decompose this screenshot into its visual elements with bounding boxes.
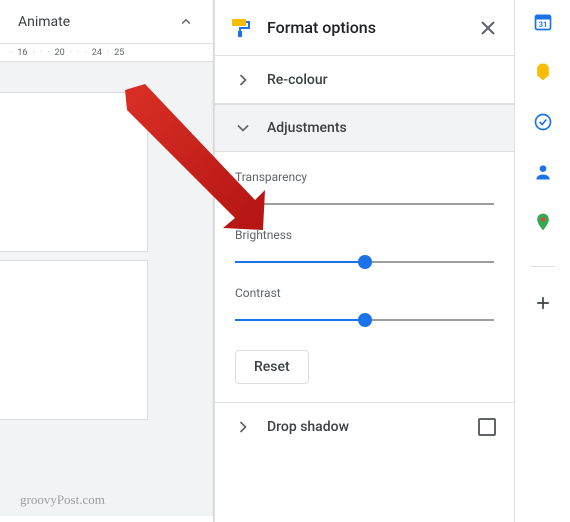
canvas-area: groovyPost.com (0, 62, 213, 516)
drop-shadow-checkbox[interactable] (478, 418, 496, 436)
slide-thumbnail[interactable] (0, 260, 148, 420)
contrast-label: Contrast (235, 286, 494, 300)
adjustments-section-header[interactable]: Adjustments (215, 104, 514, 152)
brightness-label: Brightness (235, 228, 494, 242)
chevron-down-icon (233, 118, 253, 138)
recolour-label: Re-colour (267, 72, 328, 88)
chevron-up-icon (177, 13, 195, 31)
adjustments-label: Adjustments (267, 120, 347, 136)
paint-roller-icon (229, 16, 253, 40)
left-pane: Animate ·16···20···24·25 groovyPost.com (0, 0, 214, 522)
chevron-right-icon (233, 417, 253, 437)
maps-icon[interactable] (533, 212, 553, 232)
contrast-block: Contrast (235, 286, 494, 330)
transparency-block: Transparency (235, 170, 494, 214)
transparency-slider[interactable] (235, 194, 494, 214)
animate-label: Animate (18, 14, 70, 30)
adjustments-body: Transparency Brightness Contrast Reset (215, 152, 514, 402)
side-panel-rail: 31 (514, 0, 570, 522)
brightness-block: Brightness (235, 228, 494, 272)
panel-title: Format options (267, 18, 476, 37)
reset-label: Reset (254, 359, 290, 375)
calendar-icon[interactable]: 31 (533, 12, 553, 32)
brightness-slider[interactable] (235, 252, 494, 272)
animate-toggle[interactable]: Animate (0, 0, 213, 44)
recolour-section[interactable]: Re-colour (215, 56, 514, 104)
ruler: ·16···20···24·25 (0, 44, 213, 62)
watermark: groovyPost.com (20, 492, 105, 508)
reset-button[interactable]: Reset (235, 350, 309, 384)
keep-icon[interactable] (533, 62, 553, 82)
svg-text:31: 31 (538, 20, 547, 29)
add-icon[interactable] (533, 293, 553, 313)
panel-header: Format options (215, 0, 514, 56)
contrast-slider[interactable] (235, 310, 494, 330)
rail-separator (531, 266, 555, 267)
close-icon[interactable] (476, 16, 500, 40)
transparency-label: Transparency (235, 170, 494, 184)
format-options-panel: Format options Re-colour Adjustments Tra… (214, 0, 514, 522)
drop-shadow-label: Drop shadow (267, 419, 349, 435)
chevron-right-icon (233, 70, 253, 90)
slide-thumbnail[interactable] (0, 92, 148, 252)
drop-shadow-section[interactable]: Drop shadow (215, 402, 514, 450)
contacts-icon[interactable] (533, 162, 553, 182)
tasks-icon[interactable] (533, 112, 553, 132)
